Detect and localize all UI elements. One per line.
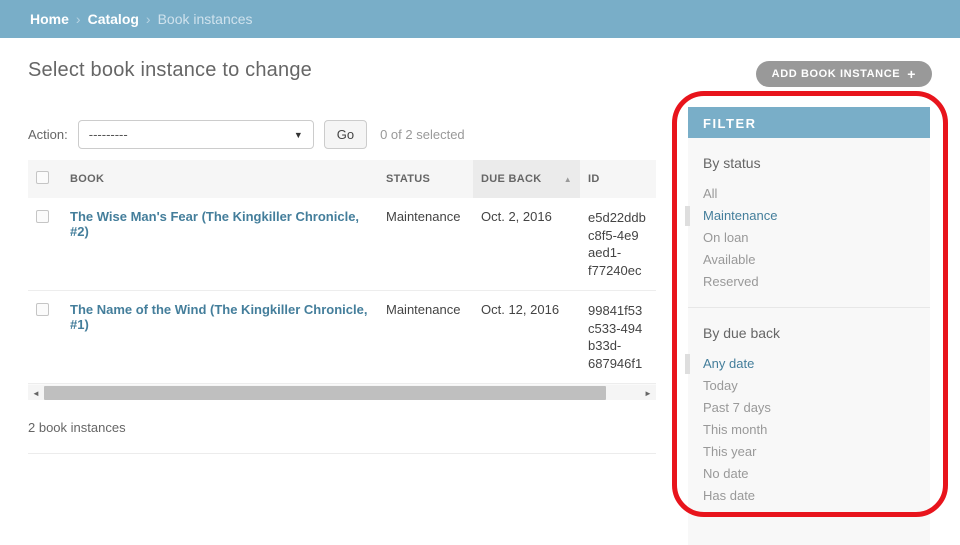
book-link[interactable]: The Name of the Wind (The Kingkiller Chr… [70, 302, 367, 332]
filter-heading-by-due-back: By due back [688, 308, 930, 347]
row-checkbox[interactable] [36, 210, 49, 223]
filter-option-past-7-days[interactable]: Past 7 days [688, 397, 930, 419]
filter-option-has-date[interactable]: Has date [688, 485, 930, 507]
status-cell: Maintenance [378, 291, 473, 384]
filter-option-available[interactable]: Available [688, 249, 930, 271]
id-line: 687946f1 [588, 355, 648, 373]
filter-option-today[interactable]: Today [688, 375, 930, 397]
breadcrumb-separator: › [76, 11, 81, 27]
id-line: e5d22ddb [588, 209, 648, 227]
column-header-book[interactable]: BOOK [62, 160, 378, 198]
filter-option-all[interactable]: All [688, 183, 930, 205]
select-all-header [28, 160, 62, 198]
row-checkbox-cell [28, 198, 62, 291]
table-header-row: BOOK STATUS DUE BACK ▲ ID [28, 160, 656, 198]
id-line: f77240ec [588, 262, 648, 280]
chevron-down-icon: ▼ [294, 130, 303, 140]
breadcrumb-separator: › [146, 11, 151, 27]
action-label: Action: [28, 127, 68, 142]
select-all-checkbox[interactable] [36, 171, 49, 184]
scrollbar-thumb[interactable] [44, 386, 606, 400]
plus-icon: + [907, 69, 916, 79]
id-line: b33d- [588, 337, 648, 355]
add-book-instance-button[interactable]: ADD BOOK INSTANCE + [756, 61, 932, 87]
filter-option-any-date[interactable]: Any date [688, 353, 930, 375]
breadcrumb-home-link[interactable]: Home [30, 11, 69, 27]
scroll-left-arrow-icon[interactable]: ◄ [28, 385, 44, 401]
book-link[interactable]: The Wise Man's Fear (The Kingkiller Chro… [70, 209, 359, 239]
id-line: c533-494 [588, 320, 648, 338]
breadcrumb: Home › Catalog › Book instances [0, 0, 960, 38]
book-instance-table: BOOK STATUS DUE BACK ▲ ID The Wise Man's… [28, 160, 656, 384]
filter-option-reserved[interactable]: Reserved [688, 271, 930, 293]
result-count: 2 book instances [28, 420, 656, 435]
filter-list-by-status: All Maintenance On loan Available Reserv… [688, 183, 930, 308]
book-cell: The Name of the Wind (The Kingkiller Chr… [62, 291, 378, 384]
book-cell: The Wise Man's Fear (The Kingkiller Chro… [62, 198, 378, 291]
filter-panel-title: FILTER [688, 107, 930, 138]
column-header-due-back-label: DUE BACK [481, 173, 541, 185]
go-button[interactable]: Go [324, 120, 367, 149]
bottom-divider [28, 453, 656, 454]
id-cell: e5d22ddb c8f5-4e9 aed1- f77240ec [580, 198, 656, 291]
filter-option-this-month[interactable]: This month [688, 419, 930, 441]
page-title: Select book instance to change [28, 59, 312, 82]
title-row: Select book instance to change ADD BOOK … [28, 59, 932, 87]
id-line: 99841f53 [588, 302, 648, 320]
column-header-status[interactable]: STATUS [378, 160, 473, 198]
filter-option-this-year[interactable]: This year [688, 441, 930, 463]
due-back-cell: Oct. 2, 2016 [473, 198, 580, 291]
add-button-label: ADD BOOK INSTANCE [772, 68, 901, 80]
action-select[interactable]: --------- ▼ [78, 120, 314, 149]
id-line: aed1- [588, 244, 648, 262]
filter-option-maintenance[interactable]: Maintenance [688, 205, 930, 227]
column-header-id[interactable]: ID [580, 160, 656, 198]
due-back-cell: Oct. 12, 2016 [473, 291, 580, 384]
horizontal-scrollbar[interactable]: ◄ ► [28, 384, 656, 400]
status-cell: Maintenance [378, 198, 473, 291]
filter-list-by-due-back: Any date Today Past 7 days This month Th… [688, 353, 930, 521]
breadcrumb-current-page: Book instances [158, 11, 253, 27]
sort-ascending-icon[interactable]: ▲ [564, 175, 572, 184]
table-row: The Name of the Wind (The Kingkiller Chr… [28, 291, 656, 384]
id-line: c8f5-4e9 [588, 227, 648, 245]
filter-option-no-date[interactable]: No date [688, 463, 930, 485]
row-checkbox-cell [28, 291, 62, 384]
table-row: The Wise Man's Fear (The Kingkiller Chro… [28, 198, 656, 291]
filter-heading-by-status: By status [688, 138, 930, 177]
row-checkbox[interactable] [36, 303, 49, 316]
id-cell: 99841f53 c533-494 b33d- 687946f1 [580, 291, 656, 384]
actions-bar: Action: --------- ▼ Go 0 of 2 selected [28, 120, 656, 149]
scroll-right-arrow-icon[interactable]: ► [640, 385, 656, 401]
filter-panel: FILTER By status All Maintenance On loan… [688, 107, 930, 545]
column-header-due-back[interactable]: DUE BACK ▲ [473, 160, 580, 198]
filter-option-on-loan[interactable]: On loan [688, 227, 930, 249]
filter-panel-body: By status All Maintenance On loan Availa… [688, 138, 930, 545]
changelist: Action: --------- ▼ Go 0 of 2 selected B… [28, 107, 656, 545]
breadcrumb-catalog-link[interactable]: Catalog [88, 11, 139, 27]
action-select-value: --------- [89, 127, 128, 142]
selection-status: 0 of 2 selected [380, 127, 465, 142]
